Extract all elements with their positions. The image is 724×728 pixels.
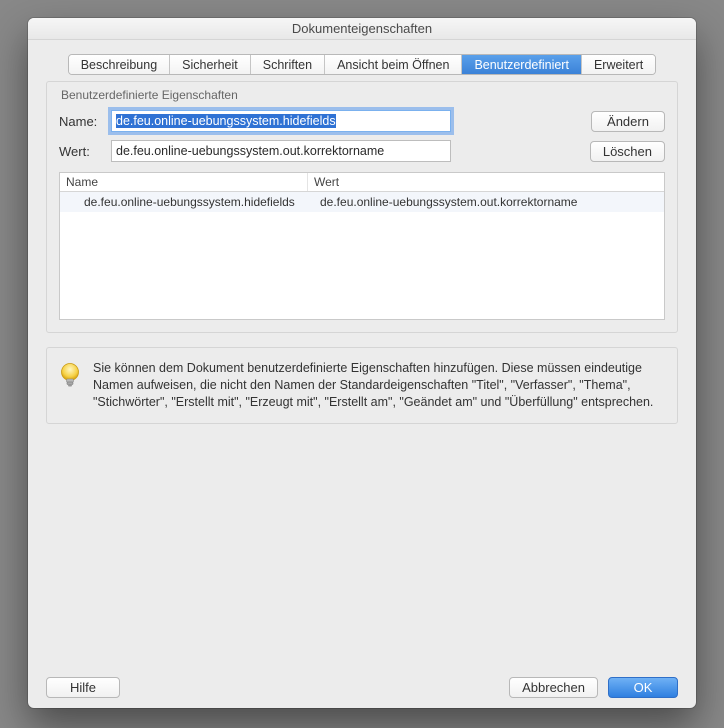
- window-title: Dokumenteigenschaften: [28, 18, 696, 40]
- table-row[interactable]: de.feu.online-uebungssystem.hidefields d…: [60, 192, 664, 212]
- cell-wert: de.feu.online-uebungssystem.out.korrekto…: [308, 194, 664, 210]
- tab-erweitert[interactable]: Erweitert: [582, 55, 655, 74]
- wert-label: Wert:: [59, 144, 111, 159]
- delete-button[interactable]: Löschen: [590, 141, 665, 162]
- tab-beschreibung[interactable]: Beschreibung: [69, 55, 170, 74]
- help-button[interactable]: Hilfe: [46, 677, 120, 698]
- tab-sicherheit[interactable]: Sicherheit: [170, 55, 251, 74]
- lightbulb-icon: [59, 362, 81, 390]
- info-panel: Sie können dem Dokument benutzerdefinier…: [46, 347, 678, 424]
- tab-segments: Beschreibung Sicherheit Schriften Ansich…: [68, 54, 657, 75]
- window-content: Beschreibung Sicherheit Schriften Ansich…: [28, 40, 696, 708]
- table-header: Name Wert: [60, 173, 664, 192]
- table-body: de.feu.online-uebungssystem.hidefields d…: [60, 192, 664, 319]
- dialog-footer: Hilfe Abbrechen OK: [46, 667, 678, 698]
- ok-button[interactable]: OK: [608, 677, 678, 698]
- tab-benutzerdefiniert[interactable]: Benutzerdefiniert: [462, 55, 582, 74]
- col-name[interactable]: Name: [60, 173, 308, 191]
- info-text: Sie können dem Dokument benutzerdefinier…: [93, 360, 665, 411]
- tab-schriften[interactable]: Schriften: [251, 55, 325, 74]
- custom-properties-group: Benutzerdefinierte Eigenschaften Name: Ä…: [46, 81, 678, 333]
- tab-bar: Beschreibung Sicherheit Schriften Ansich…: [46, 54, 678, 75]
- name-row: Name: Ändern: [59, 110, 665, 132]
- document-properties-window: Dokumenteigenschaften Beschreibung Siche…: [28, 18, 696, 708]
- name-label: Name:: [59, 114, 111, 129]
- group-legend: Benutzerdefinierte Eigenschaften: [59, 82, 665, 110]
- properties-table: Name Wert de.feu.online-uebungssystem.hi…: [59, 172, 665, 320]
- change-button[interactable]: Ändern: [591, 111, 665, 132]
- cell-name: de.feu.online-uebungssystem.hidefields: [60, 194, 308, 210]
- col-wert[interactable]: Wert: [308, 173, 664, 191]
- tab-ansicht-beim-oeffnen[interactable]: Ansicht beim Öffnen: [325, 55, 462, 74]
- wert-row: Wert: Löschen: [59, 140, 665, 162]
- wert-input[interactable]: [111, 140, 451, 162]
- name-input[interactable]: [111, 110, 451, 132]
- cancel-button[interactable]: Abbrechen: [509, 677, 598, 698]
